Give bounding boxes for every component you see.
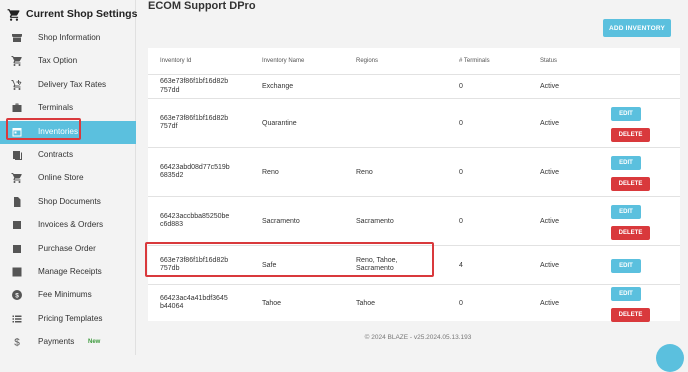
briefcase-icon (11, 102, 23, 114)
svg-text:$: $ (15, 293, 19, 300)
inventory-name: Quarantine (262, 119, 297, 127)
delete-button[interactable]: DELETE (611, 127, 650, 142)
sidebar-item-purchase-order[interactable]: Purchase Order (0, 238, 136, 261)
column-header: Status (540, 58, 558, 64)
page-title: ECOM Support DPro (148, 0, 256, 12)
column-header: Inventory Name (262, 58, 305, 64)
sidebar-item-label: Contracts (38, 150, 74, 159)
sidebar-item-tax-option[interactable]: Tax Option (0, 50, 136, 73)
sidebar-item-label: Fee Minimums (38, 290, 92, 300)
inventory-name: Reno (262, 168, 279, 176)
inventory-id: 663e73f86f1bf16d82b757dd (160, 78, 229, 94)
sidebar-item-label: Tax Option (38, 56, 78, 66)
sidebar: Current Shop Settings Shop Information Ta… (0, 0, 138, 355)
inventory-name: Tahoe (262, 299, 282, 307)
sidebar-item-label: Online Store (38, 173, 84, 183)
column-header: Inventory Id (160, 58, 192, 64)
dollar-icon: $ (11, 336, 23, 349)
sidebar-item-label: Purchase Order (38, 243, 96, 253)
svg-text:$: $ (14, 338, 20, 349)
inventory-status: Active (540, 261, 560, 269)
inventory-id: 66423accbba85250bec6d883 (160, 212, 230, 229)
sidebar-item-online-store[interactable]: Online Store (0, 167, 136, 190)
sidebar-item-manage-receipts[interactable]: Manage Receipts (0, 261, 136, 284)
inventory-name: Exchange (262, 83, 294, 90)
table-row: 66423accbba85250bec6d883 Sacramento Sacram… (148, 196, 680, 246)
sidebar-item-shop-information[interactable]: Shop Information (0, 27, 136, 50)
list-icon (11, 243, 23, 255)
delete-button[interactable]: DELETE (611, 307, 650, 322)
add-inventory-button[interactable]: ADD INVENTORY (603, 19, 671, 37)
sidebar-item-label: Manage Receipts (38, 267, 102, 276)
cart-icon (7, 8, 21, 22)
inventory-status: Active (540, 119, 560, 127)
terminal-count: 0 (459, 299, 463, 307)
sidebar-item-invoices-orders[interactable]: Invoices & Orders (0, 214, 136, 237)
sidebar-item-label: Payments (38, 337, 75, 347)
sidebar-item-fee-minimums[interactable]: $ Fee Minimums (0, 284, 136, 307)
inventory-name: Sacramento (262, 217, 300, 225)
table-row: 663e73f86f1bf16d82b757dd Exchange 0 Active (148, 74, 680, 99)
inventory-status: Active (540, 83, 560, 90)
highlight-box (6, 118, 81, 140)
edit-button[interactable]: EDIT (611, 106, 641, 121)
inventory-status: Active (540, 299, 560, 307)
chat-button[interactable] (656, 344, 684, 372)
highlight-box (145, 242, 434, 277)
sidebar-title: Current Shop Settings (26, 8, 138, 20)
terminal-count: 4 (459, 261, 463, 269)
terminal-count: 0 (459, 119, 463, 127)
sidebar-item-shop-documents[interactable]: Shop Documents (0, 191, 136, 214)
sidebar-header: Current Shop Settings (0, 0, 138, 30)
terminal-count: 0 (459, 217, 463, 225)
store-icon (11, 32, 23, 44)
inventory-regions: Tahoe (356, 299, 376, 307)
edit-button[interactable]: EDIT (611, 204, 641, 219)
delete-button[interactable]: DELETE (611, 225, 650, 240)
sidebar-item-label: Invoices & Orders (38, 220, 104, 230)
cart-icon (11, 172, 23, 184)
table-row: 66423abd08d77c519b6835d2 Reno Reno 0 Active E… (148, 147, 680, 197)
sidebar-item-contracts[interactable]: Contracts (0, 144, 136, 167)
cart-plus-icon (11, 79, 23, 91)
sidebar-item-delivery-tax-rates[interactable]: Delivery Tax Rates (0, 74, 136, 97)
delete-button[interactable]: DELETE (611, 176, 650, 191)
inventory-table: Inventory Id Inventory Name Regions # Te… (148, 48, 680, 322)
column-header: Regions (356, 58, 379, 64)
sidebar-item-label: Terminals (38, 103, 74, 113)
inventory-status: Active (540, 217, 560, 225)
edit-button[interactable]: EDIT (611, 258, 641, 273)
terminal-count: 0 (459, 83, 463, 90)
inventory-regions: Reno (356, 168, 373, 176)
edit-button[interactable]: EDIT (611, 155, 641, 170)
table-row: 66423ac4a41bdf3645b44064 Tahoe Tahoe 0 Activ… (148, 284, 680, 322)
sidebar-item-payments[interactable]: $ Payments New (0, 331, 136, 354)
dollar-circle-icon: $ (11, 289, 23, 301)
terminal-count: 0 (459, 168, 463, 176)
inventory-regions: Sacramento (356, 217, 394, 225)
table-row: 663e73f86f1bf16d82b757df Quarantine 0 Activ… (148, 98, 680, 148)
cart-icon (11, 55, 23, 67)
sidebar-item-pricing-templates[interactable]: Pricing Templates (0, 308, 136, 331)
contracts-icon (11, 149, 23, 161)
sidebar-item-label: Shop Documents (38, 196, 101, 206)
document-icon (11, 196, 23, 208)
new-badge: New (88, 339, 101, 346)
list-icon (11, 219, 23, 231)
image-icon (11, 266, 23, 278)
list-bullets-icon (11, 313, 23, 325)
column-header: # Terminals (459, 58, 490, 64)
edit-button[interactable]: EDIT (611, 286, 641, 301)
inventory-id: 66423ac4a41bdf3645b44064 (160, 294, 228, 311)
sidebar-item-label: Shop Information (38, 33, 101, 42)
inventory-id: 66423abd08d77c519b6835d2 (160, 163, 230, 180)
footer: © 2024 BLAZE - v25.2024.05.13.193 (364, 334, 472, 341)
inventory-id: 663e73f86f1bf16d82b757df (160, 114, 229, 131)
sidebar-item-label: Delivery Tax Rates (38, 79, 107, 89)
sidebar-item-terminals[interactable]: Terminals (0, 97, 136, 120)
inventory-status: Active (540, 168, 560, 176)
sidebar-item-label: Pricing Templates (38, 313, 103, 323)
